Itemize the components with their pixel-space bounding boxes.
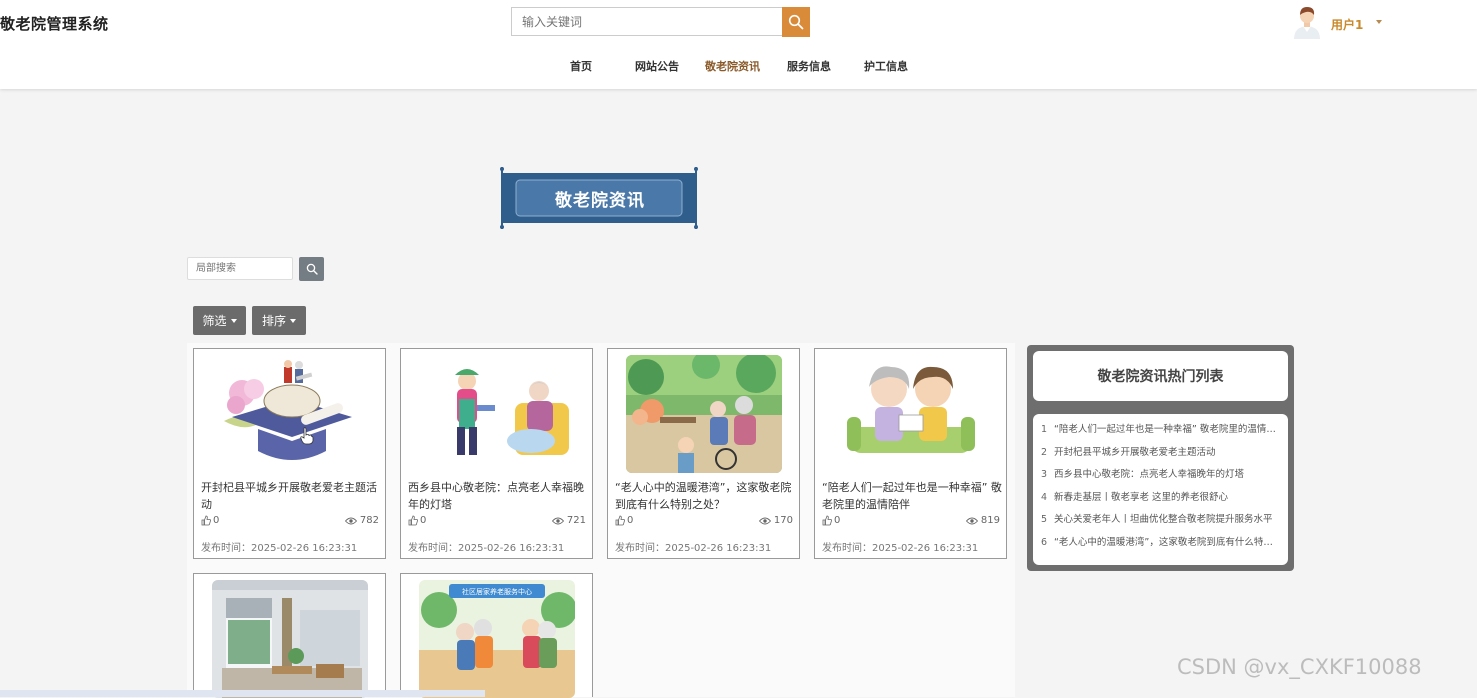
news-thumbnail[interactable] xyxy=(212,580,368,698)
publish-time: 发布时间：2025-02-26 16:23:31 xyxy=(615,543,772,554)
like-count[interactable]: 0 xyxy=(408,515,426,526)
view-count-value: 170 xyxy=(773,515,793,526)
view-count-value: 782 xyxy=(359,515,379,526)
like-count-value: 0 xyxy=(213,515,220,526)
like-count-value: 0 xyxy=(834,515,841,526)
news-thumbnail[interactable] xyxy=(212,355,368,473)
nav-home[interactable]: 首页 xyxy=(570,58,592,74)
like-count[interactable]: 0 xyxy=(822,515,840,526)
news-title[interactable]: “陪老人们一起过年也是一种幸福” 敬老院里的温情陪伴 xyxy=(822,479,1002,513)
view-count-value: 819 xyxy=(980,515,1000,526)
filter-label: 筛选 xyxy=(202,314,227,328)
hot-news-item[interactable]: 6 “老人心中的温暖港湾”，这家敬老院到底有什么特别之处？ xyxy=(1041,532,1280,555)
news-card[interactable]: “陪老人们一起过年也是一种幸福” 敬老院里的温情陪伴 0 819 发布时间：20… xyxy=(814,348,1007,559)
local-search-input[interactable] xyxy=(187,257,293,280)
sort-label: 排序 xyxy=(261,314,286,328)
filter-dropdown-button[interactable]: 筛选 xyxy=(193,306,246,335)
like-count[interactable]: 0 xyxy=(615,515,633,526)
hot-news-title: 敬老院资讯热门列表 xyxy=(1033,351,1288,401)
news-card[interactable]: 开封杞县平城乡开展敬老爱老主题活动 0 782 发布时间：2025-02-26 … xyxy=(193,348,386,559)
hot-news-panel: 敬老院资讯热门列表 1 “陪老人们一起过年也是一种幸福” 敬老院里的温情陪伴 2开… xyxy=(1027,345,1294,571)
news-card[interactable]: “老人心中的温暖港湾”，这家敬老院到底有什么特别之处？ 0 170 发布时间：2… xyxy=(607,348,800,559)
news-thumbnail[interactable]: 社区居家养老服务中心 xyxy=(419,580,575,698)
caret-down-icon xyxy=(290,318,296,323)
like-count[interactable]: 0 xyxy=(201,515,219,526)
search-input[interactable] xyxy=(511,7,782,36)
nav-service[interactable]: 服务信息 xyxy=(787,58,831,74)
eye-icon xyxy=(344,517,357,524)
thumbnail-sign-text: 社区居家养老服务中心 xyxy=(462,587,532,596)
news-title[interactable]: 开封杞县平城乡开展敬老爱老主题活动 xyxy=(201,479,381,513)
eye-icon xyxy=(758,517,771,524)
news-card[interactable] xyxy=(193,573,386,698)
site-brand[interactable]: 敬老院管理系统 xyxy=(0,13,109,34)
top-header: 敬老院管理系统 用户1 首页 网站公告 敬老院资讯 服务信息 护工信息 xyxy=(0,0,1477,89)
hot-news-item[interactable]: 4 新春走基层丨敬老享老 这里的养老很舒心 xyxy=(1041,487,1280,510)
section-title: 敬老院资讯 xyxy=(555,190,645,211)
news-thumbnail[interactable] xyxy=(419,355,575,473)
news-title[interactable]: “老人心中的温暖港湾”，这家敬老院到底有什么特别之处？ xyxy=(615,479,795,513)
view-count: 721 xyxy=(551,515,586,526)
publish-time: 发布时间：2025-02-26 16:23:31 xyxy=(408,543,565,554)
chevron-down-icon[interactable] xyxy=(1376,20,1382,24)
news-thumbnail[interactable] xyxy=(626,355,782,473)
hot-news-item[interactable]: 3 西乡县中心敬老院：点亮老人幸福晚年的灯塔 xyxy=(1041,464,1280,487)
publish-time: 发布时间：2025-02-26 16:23:31 xyxy=(201,543,358,554)
bottom-scroll-bar xyxy=(0,690,485,697)
eye-icon xyxy=(965,517,978,524)
hand-cursor-icon xyxy=(300,427,314,445)
nav-announcement[interactable]: 网站公告 xyxy=(635,58,679,74)
publish-time: 发布时间：2025-02-26 16:23:31 xyxy=(822,543,979,554)
nav-caregiver[interactable]: 护工信息 xyxy=(864,58,908,74)
nav-news[interactable]: 敬老院资讯 xyxy=(705,58,760,74)
watermark: CSDN @vx_CXKF10088 xyxy=(1177,655,1422,679)
hot-news-item[interactable]: 5 关心关爱老年人丨坦曲优化整合敬老院提升服务水平 xyxy=(1041,509,1280,532)
sort-dropdown-button[interactable]: 排序 xyxy=(252,306,306,335)
search-icon xyxy=(788,14,804,30)
news-card[interactable]: 西乡县中心敬老院：点亮老人幸福晚年的灯塔 0 721 发布时间：2025-02-… xyxy=(400,348,593,559)
caret-down-icon xyxy=(230,318,237,323)
like-count-value: 0 xyxy=(420,515,427,526)
thumbs-up-icon xyxy=(201,515,211,526)
hot-news-list: 1 “陪老人们一起过年也是一种幸福” 敬老院里的温情陪伴 2 开封杞县平城乡开展敬老… xyxy=(1033,414,1288,565)
search-icon xyxy=(306,263,318,275)
like-count-value: 0 xyxy=(627,515,634,526)
view-count: 782 xyxy=(344,515,379,526)
local-search-button[interactable] xyxy=(299,257,324,281)
user-avatar[interactable] xyxy=(1292,5,1322,39)
search-button[interactable] xyxy=(782,7,810,37)
user-name[interactable]: 用户1 xyxy=(1331,16,1363,33)
hot-news-item[interactable]: 2 开封杞县平城乡开展敬老爱老主题活动 xyxy=(1041,442,1280,465)
thumbs-up-icon xyxy=(615,515,625,526)
thumbs-up-icon xyxy=(822,515,832,526)
hot-news-item[interactable]: 1 “陪老人们一起过年也是一种幸福” 敬老院里的温情陪伴 xyxy=(1041,419,1280,442)
view-count: 819 xyxy=(965,515,1000,526)
view-count: 170 xyxy=(758,515,793,526)
news-card[interactable]: 社区居家养老服务中心 xyxy=(400,573,593,698)
news-title[interactable]: 西乡县中心敬老院：点亮老人幸福晚年的灯塔 xyxy=(408,479,588,513)
thumbs-up-icon xyxy=(408,515,418,526)
news-thumbnail[interactable] xyxy=(833,355,989,473)
view-count-value: 721 xyxy=(566,515,586,526)
eye-icon xyxy=(551,517,564,524)
